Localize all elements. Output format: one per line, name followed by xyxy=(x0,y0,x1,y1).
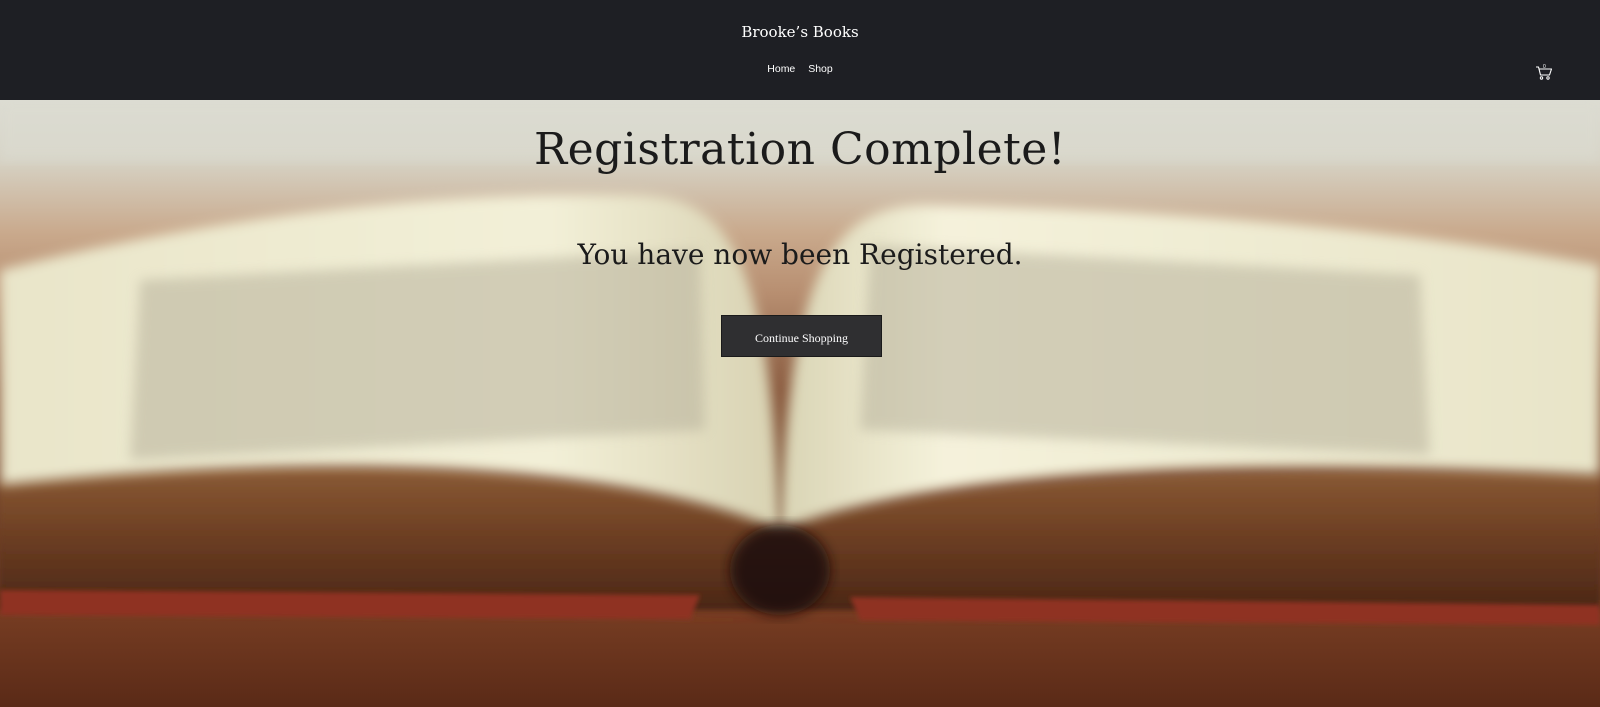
cart-button[interactable]: 0 xyxy=(1535,64,1553,81)
open-book-background-image xyxy=(0,100,1600,707)
registered-message: You have now been Registered. xyxy=(577,238,1023,271)
site-header: Brooke’s Books Home Shop 0 xyxy=(0,0,1600,100)
site-title[interactable]: Brooke’s Books xyxy=(0,20,1600,44)
continue-shopping-button[interactable]: Continue Shopping xyxy=(721,315,882,357)
main-nav: Home Shop xyxy=(0,63,1600,75)
cart-count: 0 xyxy=(1543,64,1546,70)
registration-complete-heading: Registration Complete! xyxy=(533,124,1067,175)
hero-section: Registration Complete! You have now been… xyxy=(0,100,1600,707)
nav-shop-link[interactable]: Shop xyxy=(808,63,833,75)
nav-home-link[interactable]: Home xyxy=(767,63,795,75)
